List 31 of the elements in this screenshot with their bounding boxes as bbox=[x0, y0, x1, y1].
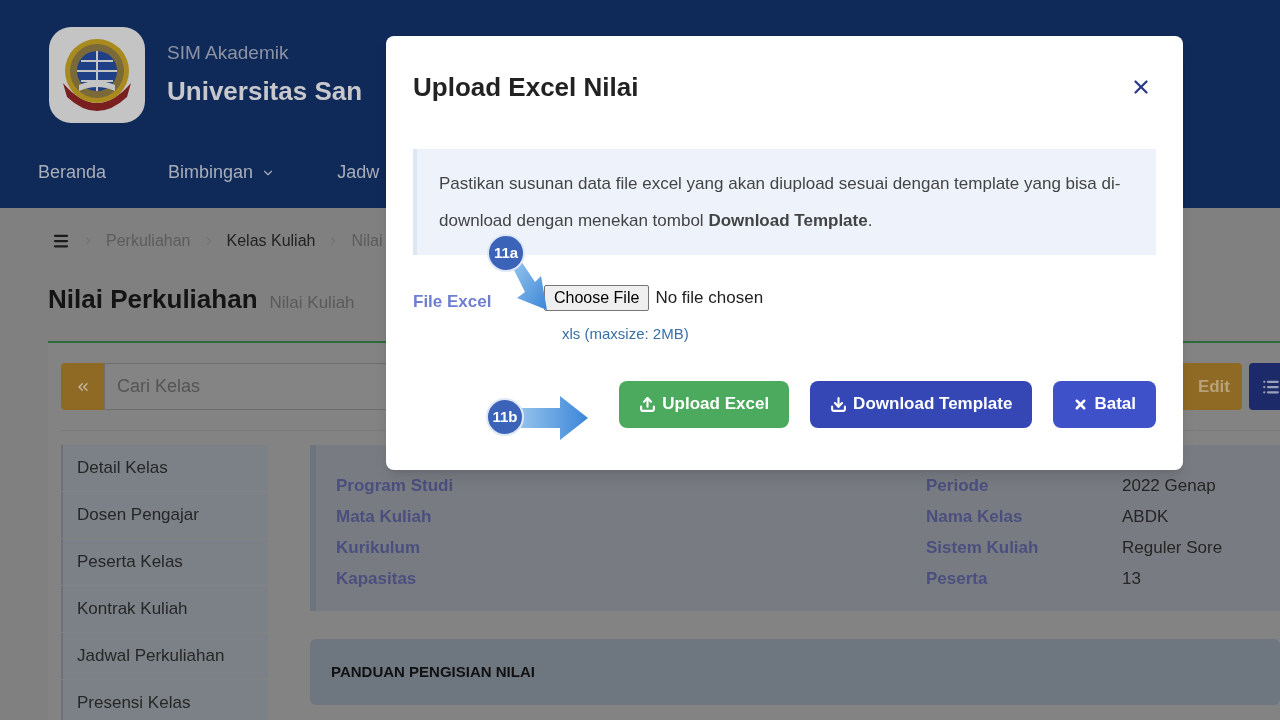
cancel-button[interactable]: Batal bbox=[1053, 380, 1156, 428]
nav-link[interactable]: Bimbingan bbox=[168, 159, 276, 186]
info-value: Reguler Sore bbox=[1122, 537, 1223, 559]
info-value: 2022 Genap bbox=[1122, 475, 1216, 497]
file-status: No file chosen bbox=[655, 287, 764, 310]
sidebar-item[interactable]: Presensi Kelas bbox=[61, 680, 268, 720]
upload-button[interactable]: Upload Excel bbox=[619, 380, 790, 428]
file-hint: xls (maxsize: 2MB) bbox=[562, 324, 690, 344]
download-icon bbox=[830, 395, 848, 413]
nav-link[interactable]: Jadw bbox=[337, 159, 380, 186]
download-template-button[interactable]: Download Template bbox=[810, 380, 1033, 428]
guide-title: PANDUAN PENGISIAN NILAI bbox=[331, 661, 535, 682]
university-name: Universitas San bbox=[167, 74, 363, 108]
nav-link[interactable]: Beranda bbox=[38, 159, 107, 186]
menu-icon[interactable] bbox=[52, 232, 70, 250]
upload-icon bbox=[639, 395, 657, 413]
alert-message: Pastikan susunan data file excel yang akan diupload sesuai dengan template yang bisa di-download dengan menekan tombol Download Template. bbox=[439, 173, 1122, 232]
info-value: ABDK bbox=[1122, 506, 1169, 528]
sidebar-item[interactable]: Peserta Kelas bbox=[61, 539, 268, 585]
field-label: File Excel bbox=[413, 291, 493, 313]
page-title: Nilai Perkuliahan bbox=[48, 283, 258, 316]
app-name: SIM Akademik bbox=[167, 41, 290, 66]
sidebar-item[interactable]: Detail Kelas bbox=[61, 445, 268, 491]
list-button[interactable] bbox=[1249, 363, 1280, 410]
breadcrumb-link[interactable]: Kelas Kuliah bbox=[226, 229, 316, 253]
sidebar-item[interactable]: Jadwal Perkuliahan bbox=[61, 633, 268, 679]
sidebar-item[interactable]: Dosen Pengajar bbox=[61, 492, 268, 538]
info-value: 13 bbox=[1122, 568, 1141, 590]
dialog-title: Upload Excel Nilai bbox=[413, 70, 639, 104]
sidebar-item[interactable]: Kontrak Kuliah bbox=[61, 586, 268, 632]
choose-file-button[interactable]: Choose File bbox=[544, 285, 650, 311]
